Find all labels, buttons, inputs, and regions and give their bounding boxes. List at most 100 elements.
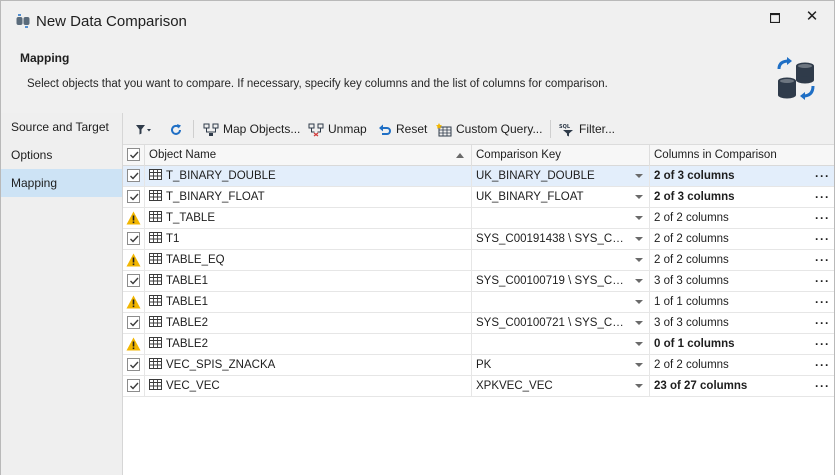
- comparison-key-dropdown[interactable]: [472, 250, 650, 270]
- reset-button[interactable]: Reset: [378, 120, 427, 138]
- columns-in-comparison-cell[interactable]: 3 of 3 columns ···: [650, 271, 834, 291]
- chevron-down-icon[interactable]: [635, 384, 643, 388]
- sidebar-item-source-and-target[interactable]: Source and Target: [1, 113, 122, 141]
- row-status-cell[interactable]: [123, 229, 145, 249]
- row-status-cell[interactable]: [123, 187, 145, 207]
- row-status-cell[interactable]: [123, 208, 145, 228]
- row-checkbox[interactable]: [127, 316, 140, 329]
- chevron-down-icon[interactable]: [635, 237, 643, 241]
- row-status-cell[interactable]: [123, 250, 145, 270]
- object-name-cell[interactable]: TABLE2: [145, 313, 472, 333]
- table-row[interactable]: VEC_SPIS_ZNACKA PK 2 of 2 columns ···: [123, 355, 834, 376]
- more-options-button[interactable]: ···: [815, 355, 830, 375]
- more-options-button[interactable]: ···: [815, 250, 830, 270]
- table-row[interactable]: TABLE2 0 of 1 columns ···: [123, 334, 834, 355]
- select-all-checkbox[interactable]: [127, 148, 140, 161]
- more-options-button[interactable]: ···: [815, 334, 830, 354]
- comparison-key-dropdown[interactable]: [472, 208, 650, 228]
- columns-in-comparison-cell[interactable]: 2 of 3 columns ···: [650, 166, 834, 186]
- columns-in-comparison-cell[interactable]: 2 of 3 columns ···: [650, 187, 834, 207]
- object-name-cell[interactable]: VEC_VEC: [145, 376, 472, 396]
- table-row[interactable]: TABLE_EQ 2 of 2 columns ···: [123, 250, 834, 271]
- columns-in-comparison-cell[interactable]: 1 of 1 columns ···: [650, 292, 834, 312]
- row-checkbox[interactable]: [127, 190, 140, 203]
- table-row[interactable]: T_TABLE 2 of 2 columns ···: [123, 208, 834, 229]
- object-name-cell[interactable]: TABLE1: [145, 271, 472, 291]
- object-name-cell[interactable]: T_BINARY_FLOAT: [145, 187, 472, 207]
- columns-in-comparison-cell[interactable]: 0 of 1 columns ···: [650, 334, 834, 354]
- map-objects-button[interactable]: Map Objects...: [203, 120, 300, 138]
- chevron-down-icon[interactable]: [635, 300, 643, 304]
- custom-query-button[interactable]: Custom Query...: [436, 120, 542, 138]
- more-options-button[interactable]: ···: [815, 229, 830, 249]
- table-row[interactable]: T_BINARY_DOUBLE UK_BINARY_DOUBLE 2 of 3 co…: [123, 166, 834, 187]
- chevron-down-icon[interactable]: [635, 195, 643, 199]
- row-checkbox[interactable]: [127, 232, 140, 245]
- sql-filter-button[interactable]: SQL Filter...: [559, 120, 615, 138]
- unmap-button[interactable]: Unmap: [308, 120, 367, 138]
- comparison-key-dropdown[interactable]: XPKVEC_VEC: [472, 376, 650, 396]
- comparison-key-dropdown[interactable]: [472, 334, 650, 354]
- chevron-down-icon[interactable]: [635, 279, 643, 283]
- row-checkbox[interactable]: [127, 358, 140, 371]
- row-status-cell[interactable]: [123, 166, 145, 186]
- more-options-button[interactable]: ···: [815, 313, 830, 333]
- object-name-cell[interactable]: T_BINARY_DOUBLE: [145, 166, 472, 186]
- select-all-column-header[interactable]: [123, 145, 145, 166]
- row-checkbox[interactable]: [127, 379, 140, 392]
- chevron-down-icon[interactable]: [635, 216, 643, 220]
- row-status-cell[interactable]: [123, 334, 145, 354]
- more-options-button[interactable]: ···: [815, 208, 830, 228]
- chevron-down-icon[interactable]: [635, 321, 643, 325]
- close-button[interactable]: ✕: [801, 9, 823, 27]
- object-name-cell[interactable]: T_TABLE: [145, 208, 472, 228]
- comparison-key-dropdown[interactable]: PK: [472, 355, 650, 375]
- maximize-button[interactable]: [764, 9, 786, 27]
- row-checkbox[interactable]: [127, 274, 140, 287]
- columns-in-comparison-cell[interactable]: 23 of 27 columns ···: [650, 376, 834, 396]
- row-checkbox[interactable]: [127, 169, 140, 182]
- comparison-key-dropdown[interactable]: SYS_C00100721 \ SYS_C001...: [472, 313, 650, 333]
- object-name-column-header[interactable]: Object Name: [145, 145, 472, 166]
- more-options-button[interactable]: ···: [815, 376, 830, 396]
- refresh-button[interactable]: [169, 120, 187, 138]
- filter-funnel-dropdown-button[interactable]: [135, 120, 155, 138]
- chevron-down-icon[interactable]: [635, 174, 643, 178]
- table-row[interactable]: TABLE2 SYS_C00100721 \ SYS_C001... 3 of 3 …: [123, 313, 834, 334]
- object-name-cell[interactable]: TABLE1: [145, 292, 472, 312]
- object-name-cell[interactable]: VEC_SPIS_ZNACKA: [145, 355, 472, 375]
- comparison-key-dropdown[interactable]: SYS_C00100719 \ SYS_C001...: [472, 271, 650, 291]
- object-name-cell[interactable]: TABLE2: [145, 334, 472, 354]
- table-row[interactable]: T1 SYS_C00191438 \ SYS_C001... 2 of 2 colu…: [123, 229, 834, 250]
- comparison-key-dropdown[interactable]: UK_BINARY_FLOAT: [472, 187, 650, 207]
- columns-in-comparison-cell[interactable]: 2 of 2 columns ···: [650, 208, 834, 228]
- comparison-key-dropdown[interactable]: UK_BINARY_DOUBLE: [472, 166, 650, 186]
- columns-in-comparison-column-header[interactable]: Columns in Comparison: [650, 145, 834, 166]
- comparison-key-dropdown[interactable]: [472, 292, 650, 312]
- chevron-down-icon[interactable]: [635, 258, 643, 262]
- row-status-cell[interactable]: [123, 292, 145, 312]
- columns-in-comparison-cell[interactable]: 2 of 2 columns ···: [650, 355, 834, 375]
- row-status-cell[interactable]: [123, 376, 145, 396]
- object-name-cell[interactable]: TABLE_EQ: [145, 250, 472, 270]
- chevron-down-icon[interactable]: [635, 342, 643, 346]
- columns-in-comparison-cell[interactable]: 2 of 2 columns ···: [650, 250, 834, 270]
- columns-in-comparison-cell[interactable]: 2 of 2 columns ···: [650, 229, 834, 249]
- columns-in-comparison-cell[interactable]: 3 of 3 columns ···: [650, 313, 834, 333]
- more-options-button[interactable]: ···: [815, 187, 830, 207]
- comparison-key-column-header[interactable]: Comparison Key: [472, 145, 650, 166]
- more-options-button[interactable]: ···: [815, 271, 830, 291]
- table-row[interactable]: VEC_VEC XPKVEC_VEC 23 of 27 columns ···: [123, 376, 834, 397]
- sidebar-item-mapping[interactable]: Mapping: [1, 169, 122, 197]
- table-row[interactable]: TABLE1 1 of 1 columns ···: [123, 292, 834, 313]
- more-options-button[interactable]: ···: [815, 292, 830, 312]
- object-name-cell[interactable]: T1: [145, 229, 472, 249]
- row-status-cell[interactable]: [123, 355, 145, 375]
- more-options-button[interactable]: ···: [815, 166, 830, 186]
- table-row[interactable]: TABLE1 SYS_C00100719 \ SYS_C001... 3 of 3 …: [123, 271, 834, 292]
- row-status-cell[interactable]: [123, 313, 145, 333]
- chevron-down-icon[interactable]: [635, 363, 643, 367]
- sidebar-item-options[interactable]: Options: [1, 141, 122, 169]
- row-status-cell[interactable]: [123, 271, 145, 291]
- comparison-key-dropdown[interactable]: SYS_C00191438 \ SYS_C001...: [472, 229, 650, 249]
